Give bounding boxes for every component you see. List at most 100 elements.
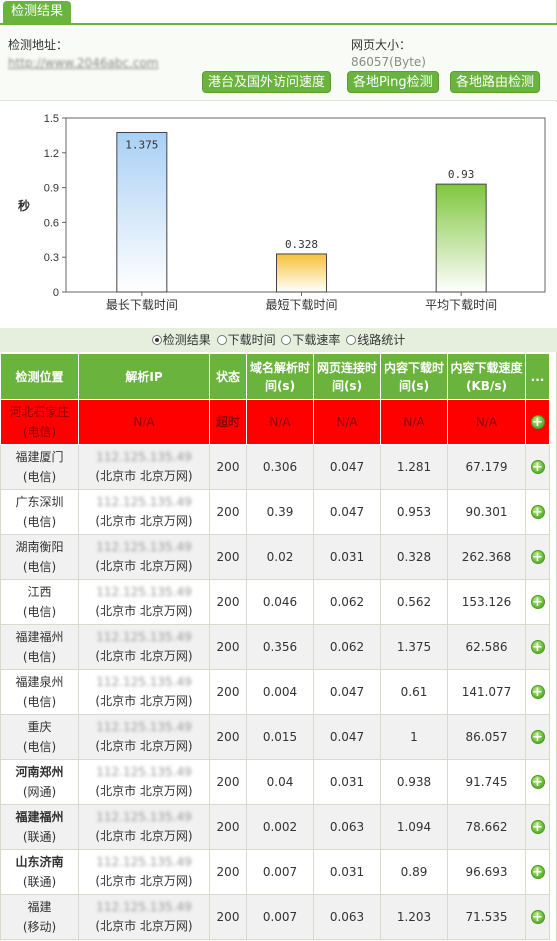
cell-dns-time: 0.306 — [246, 444, 314, 490]
expand-plus-icon[interactable]: + — [530, 910, 545, 925]
x-category-label: 最长下载时间 — [106, 298, 178, 312]
cell-ip: 112.125.135.49 (北京市 北京万网) — [78, 804, 210, 850]
location-city: 湖南衡阳 — [15, 540, 64, 554]
ip-network: (北京市 北京万网) — [95, 604, 193, 618]
expand-plus-icon[interactable]: + — [530, 685, 545, 700]
cell-connect-time: 0.047 — [313, 444, 381, 490]
table-row: 江西 (电信) 112.125.135.49 (北京市 北京万网) 200 0.046 0.… — [0, 579, 550, 625]
table-row: 河北石家庄 (电信) N/A 超时 N/A N/A N/A N/A + — [0, 399, 550, 445]
location-isp: (电信) — [22, 740, 57, 754]
cell-download-time: 1.281 — [380, 444, 448, 490]
ip-network: (北京市 北京万网) — [95, 784, 193, 798]
col-ip: 解析IP — [78, 353, 210, 400]
route-test-button[interactable]: 各地路由检测 — [450, 71, 541, 93]
cell-expand: + — [525, 489, 550, 535]
ip-network: (北京市 北京万网) — [95, 694, 193, 708]
ip-network: (北京市 北京万网) — [95, 559, 193, 573]
cell-download-time: 1.094 — [380, 804, 448, 850]
ip-address: 112.125.135.49 — [96, 495, 192, 509]
col-location: 检测位置 — [0, 353, 79, 400]
expand-plus-icon[interactable]: + — [530, 550, 545, 565]
cell-download-speed: 153.126 — [447, 579, 526, 625]
cell-ip: 112.125.135.49 (北京市 北京万网) — [78, 669, 210, 715]
location-city: 福建 — [27, 900, 52, 914]
y-tick-label: 1.5 — [44, 113, 59, 125]
location-isp: (网通) — [22, 785, 57, 799]
cell-expand: + — [525, 804, 550, 850]
ip-address: 112.125.135.49 — [96, 540, 192, 554]
location-city: 福建厦门 — [15, 450, 64, 464]
cell-download-speed: 90.301 — [447, 489, 526, 535]
cell-status: 200 — [209, 624, 247, 670]
bar — [435, 183, 487, 293]
table-row: 湖南衡阳 (电信) 112.125.135.49 (北京市 北京万网) 200 0.02 0… — [0, 534, 550, 580]
expand-plus-icon[interactable]: + — [530, 640, 545, 655]
y-tick-label: 0.6 — [44, 217, 59, 229]
ip-address: 112.125.135.49 — [96, 720, 192, 734]
cell-status: 200 — [209, 804, 247, 850]
cell-status: 200 — [209, 759, 247, 805]
cell-dns-time: 0.39 — [246, 489, 314, 535]
location-isp: (电信) — [22, 650, 57, 664]
cell-ip: 112.125.135.49 (北京市 北京万网) — [78, 579, 210, 625]
expand-plus-icon[interactable]: + — [530, 820, 545, 835]
ip-address: 112.125.135.49 — [96, 765, 192, 779]
ping-test-button[interactable]: 各地Ping检测 — [347, 71, 439, 93]
expand-plus-icon[interactable]: + — [530, 775, 545, 790]
ip-address: 112.125.135.49 — [96, 810, 192, 824]
location-city: 河北石家庄 — [9, 405, 70, 419]
intl-speed-button[interactable]: 港台及国外访问速度 — [202, 71, 332, 93]
cell-dns-time: N/A — [246, 399, 314, 445]
table-row: 重庆 (电信) 112.125.135.49 (北京市 北京万网) 200 0.015 0.… — [0, 714, 550, 760]
expand-plus-icon[interactable]: + — [530, 865, 545, 880]
radio-download-rate[interactable]: 下载速率 — [281, 328, 340, 352]
table-row: 山东济南 (联通) 112.125.135.49 (北京市 北京万网) 200 0.007… — [0, 849, 550, 895]
bar-value-label: 1.375 — [125, 139, 158, 152]
cell-dns-time: 0.004 — [246, 669, 314, 715]
cell-ip: 112.125.135.49 (北京市 北京万网) — [78, 714, 210, 760]
location-isp: (电信) — [22, 515, 57, 529]
bar-value-label: 0.328 — [285, 238, 318, 251]
table-row: 福建 (移动) 112.125.135.49 (北京市 北京万网) 200 0.007 0.… — [0, 894, 550, 940]
cell-connect-time: 0.062 — [313, 624, 381, 670]
cell-status: 200 — [209, 489, 247, 535]
cell-location: 广东深圳 (电信) — [0, 489, 79, 535]
cell-location: 福建 (移动) — [0, 894, 79, 940]
size-label: 网页大小： — [351, 38, 412, 52]
cell-status: 200 — [209, 714, 247, 760]
address-link[interactable]: http://www.2046abc.com — [8, 56, 158, 70]
cell-dns-time: 0.356 — [246, 624, 314, 670]
radio-line-stats[interactable]: 线路统计 — [346, 328, 405, 352]
expand-plus-icon[interactable]: + — [530, 730, 545, 745]
location-city: 河南郑州 — [15, 765, 64, 779]
expand-plus-icon[interactable]: + — [530, 595, 545, 610]
location-isp: (电信) — [22, 605, 57, 619]
cell-download-time: 0.61 — [380, 669, 448, 715]
expand-plus-icon[interactable]: + — [530, 460, 545, 475]
panel-title: 检测结果 — [3, 1, 72, 23]
ip-network: (北京市 北京万网) — [95, 874, 193, 888]
address-label: 检测地址： — [8, 38, 69, 52]
expand-plus-icon[interactable]: + — [530, 415, 545, 430]
expand-plus-icon[interactable]: + — [530, 505, 545, 520]
location-city: 福建福州 — [15, 630, 64, 644]
radio-result[interactable]: 检测结果 — [151, 328, 211, 352]
cell-ip: 112.125.135.49 (北京市 北京万网) — [78, 489, 210, 535]
location-isp: (电信) — [22, 560, 57, 574]
ip-network: (北京市 北京万网) — [95, 514, 193, 528]
cell-download-speed: 71.535 — [447, 894, 526, 940]
cell-download-speed: 91.745 — [447, 759, 526, 805]
radio-download-time[interactable]: 下载时间 — [216, 328, 276, 352]
table-row: 广东深圳 (电信) 112.125.135.49 (北京市 北京万网) 200 0.39 0… — [0, 489, 550, 535]
cell-dns-time: 0.015 — [246, 714, 314, 760]
col-dns-time: 域名解析时间(s) — [246, 353, 314, 400]
cell-location: 河北石家庄 (电信) — [0, 399, 79, 445]
cell-expand: + — [525, 714, 550, 760]
cell-download-speed: N/A — [447, 399, 526, 445]
location-city: 重庆 — [27, 720, 52, 734]
cell-expand: + — [525, 579, 550, 625]
radio-dot — [151, 335, 162, 345]
cell-download-time: 1 — [380, 714, 448, 760]
col-download-speed: 内容下载速度(KB/s) — [447, 353, 526, 400]
location-isp: (联通) — [22, 875, 57, 889]
